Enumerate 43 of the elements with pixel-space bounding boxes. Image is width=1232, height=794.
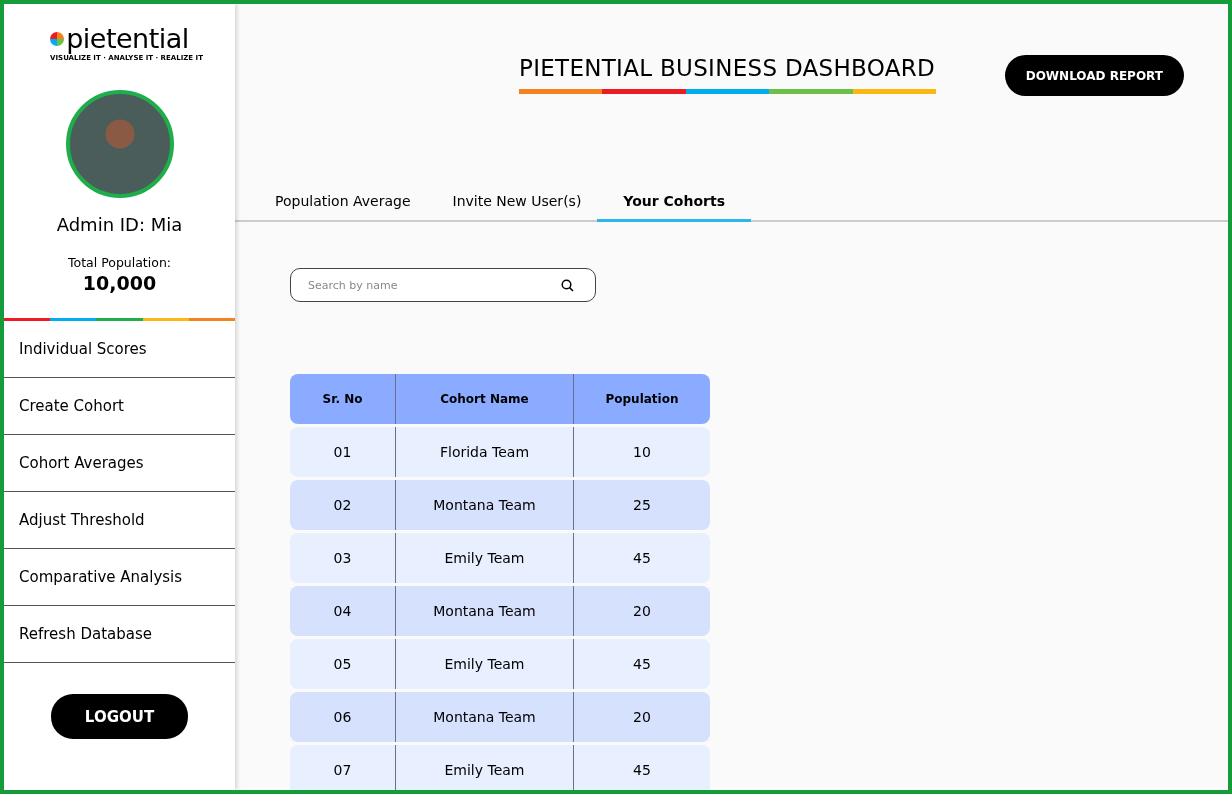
tab[interactable]: Your Cohorts xyxy=(597,185,751,222)
table-cell: Emily Team xyxy=(395,639,573,689)
download-report-button[interactable]: DOWNLOAD REPORT xyxy=(1004,55,1184,96)
column-header: Population xyxy=(573,374,710,424)
nav-item[interactable]: Individual Scores xyxy=(4,321,235,378)
column-header: Cohort Name xyxy=(395,374,573,424)
tab[interactable]: Invite New User(s) xyxy=(452,185,582,222)
table-cell: 45 xyxy=(573,639,710,689)
table-cell: 10 xyxy=(573,427,710,477)
table-cell: Montana Team xyxy=(395,480,573,530)
nav-item[interactable]: Comparative Analysis xyxy=(4,549,235,606)
nav-item[interactable]: Refresh Database xyxy=(4,606,235,663)
dashboard-title: PIETENTIAL BUSINESS DASHBOARD xyxy=(519,55,936,81)
population-label: Total Population: xyxy=(67,255,172,270)
search-field[interactable]: Search by name xyxy=(290,268,596,302)
table-cell: Emily Team xyxy=(395,745,573,790)
table-cell-text: 01 xyxy=(332,443,353,462)
nav-item[interactable]: Adjust Threshold xyxy=(4,492,235,549)
table-cell-text: 07 xyxy=(332,761,353,780)
table-cell: Montana Team xyxy=(395,586,573,636)
nav-item[interactable]: Cohort Averages xyxy=(4,435,235,492)
logout-button[interactable]: LOGOUT xyxy=(51,694,188,739)
table-cell: Florida Team xyxy=(395,427,573,477)
table-cell: 25 xyxy=(573,480,710,530)
table-cell-text: 05 xyxy=(332,655,353,674)
table-cell-text: 06 xyxy=(332,708,353,727)
table-cell: Emily Team xyxy=(395,533,573,583)
population-value: 10,000 xyxy=(82,272,157,294)
pie-logo-icon xyxy=(50,32,65,46)
table-cell: 45 xyxy=(573,533,710,583)
admin-id: Admin ID: Mia xyxy=(56,214,183,235)
search-icon[interactable] xyxy=(561,279,574,292)
column-header: Sr. No xyxy=(321,391,364,408)
table-cell-text: 03 xyxy=(332,549,353,568)
table-cell-text: 02 xyxy=(332,496,353,515)
table-cell: 20 xyxy=(573,586,710,636)
tab[interactable]: Population Average xyxy=(275,185,411,222)
brand-logo: pietential xyxy=(66,24,189,54)
table-cell: Montana Team xyxy=(395,692,573,742)
table-cell-text: 04 xyxy=(332,602,353,621)
nav-item[interactable]: Create Cohort xyxy=(4,378,235,435)
table-cell: 20 xyxy=(573,692,710,742)
table-cell: 45 xyxy=(573,745,710,790)
